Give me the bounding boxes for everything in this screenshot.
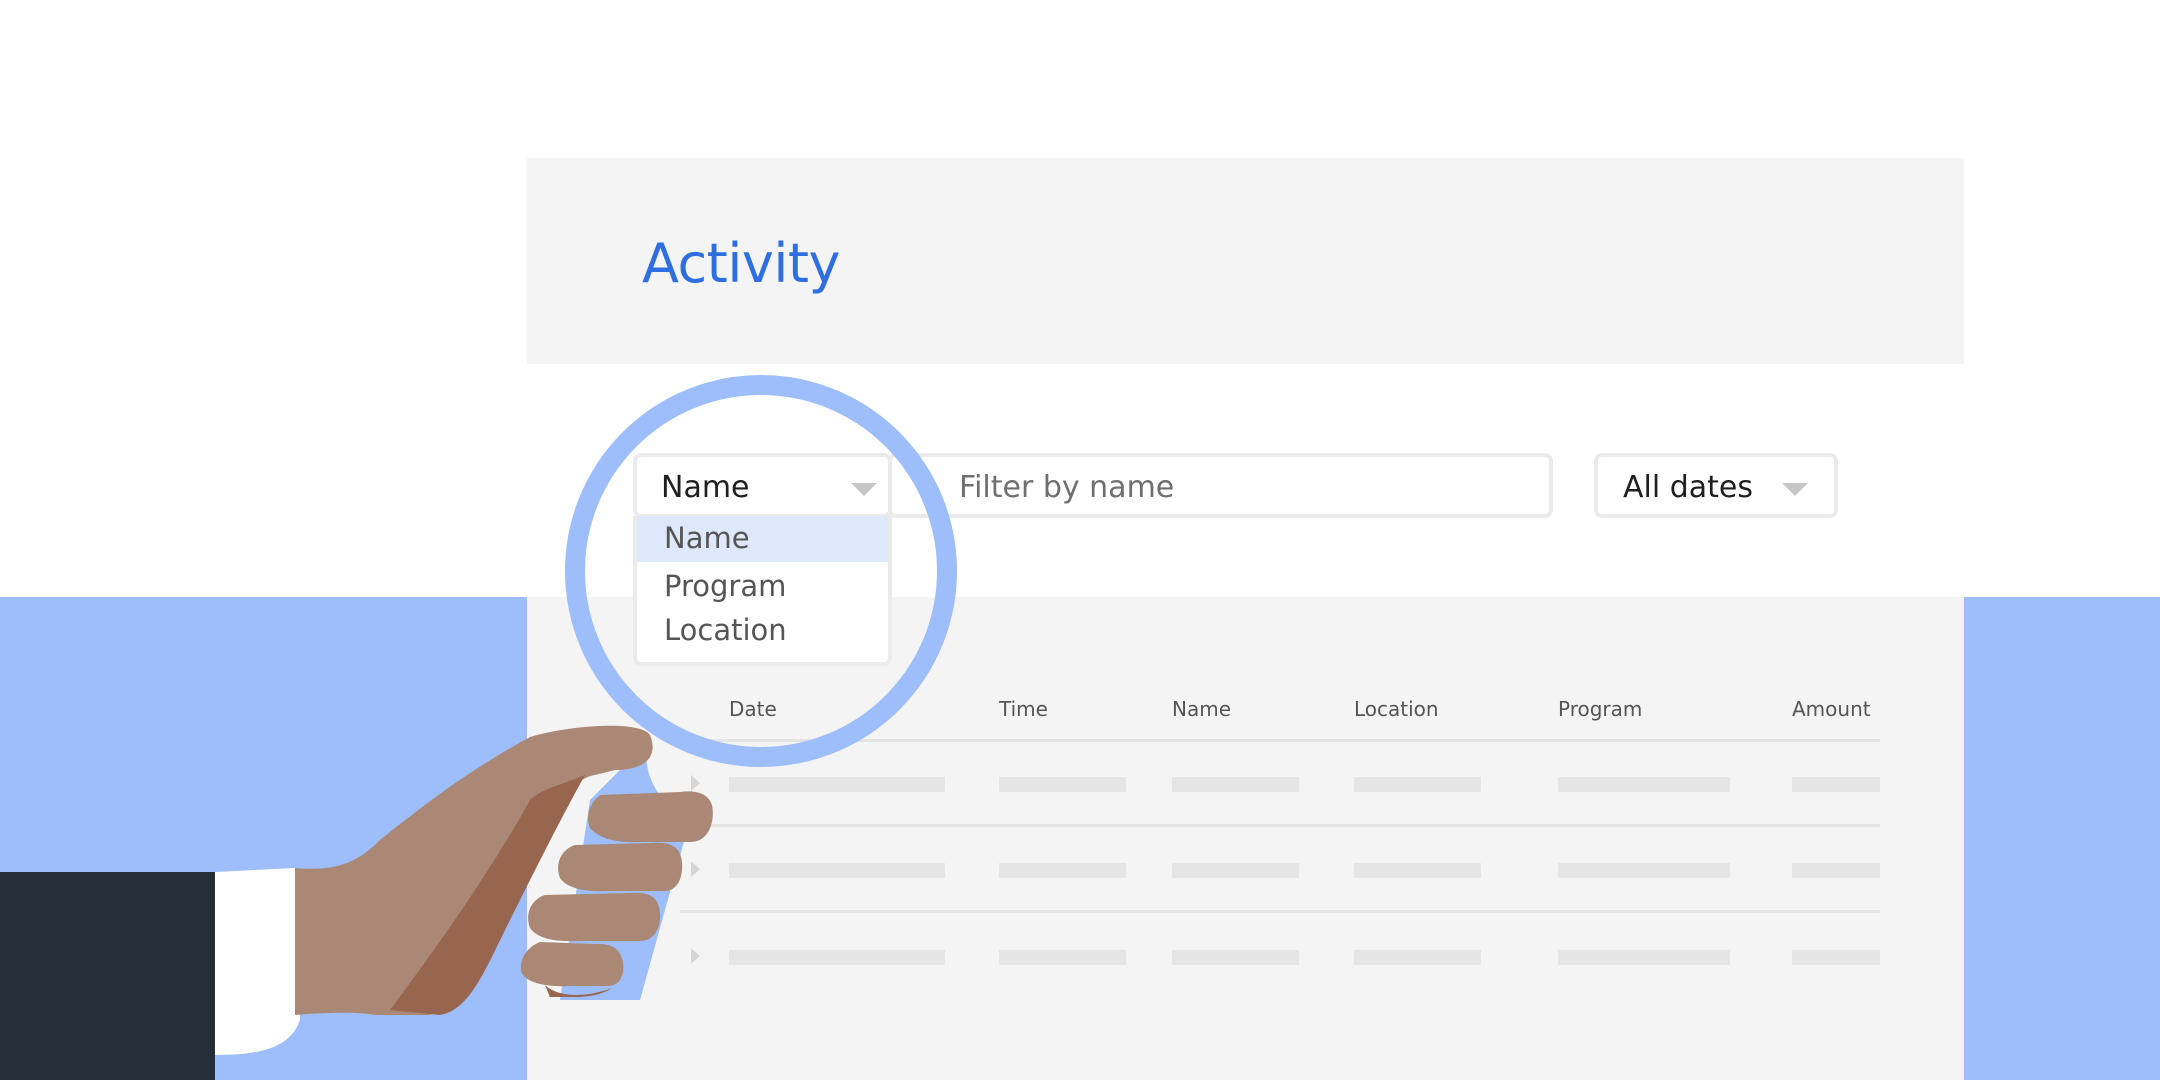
finger — [558, 842, 683, 892]
finger — [520, 942, 624, 987]
sleeve — [0, 872, 215, 1080]
finger — [588, 791, 713, 843]
hand-illustration — [0, 725, 713, 1080]
finger — [528, 892, 661, 942]
shirt-cuff — [215, 868, 300, 1055]
